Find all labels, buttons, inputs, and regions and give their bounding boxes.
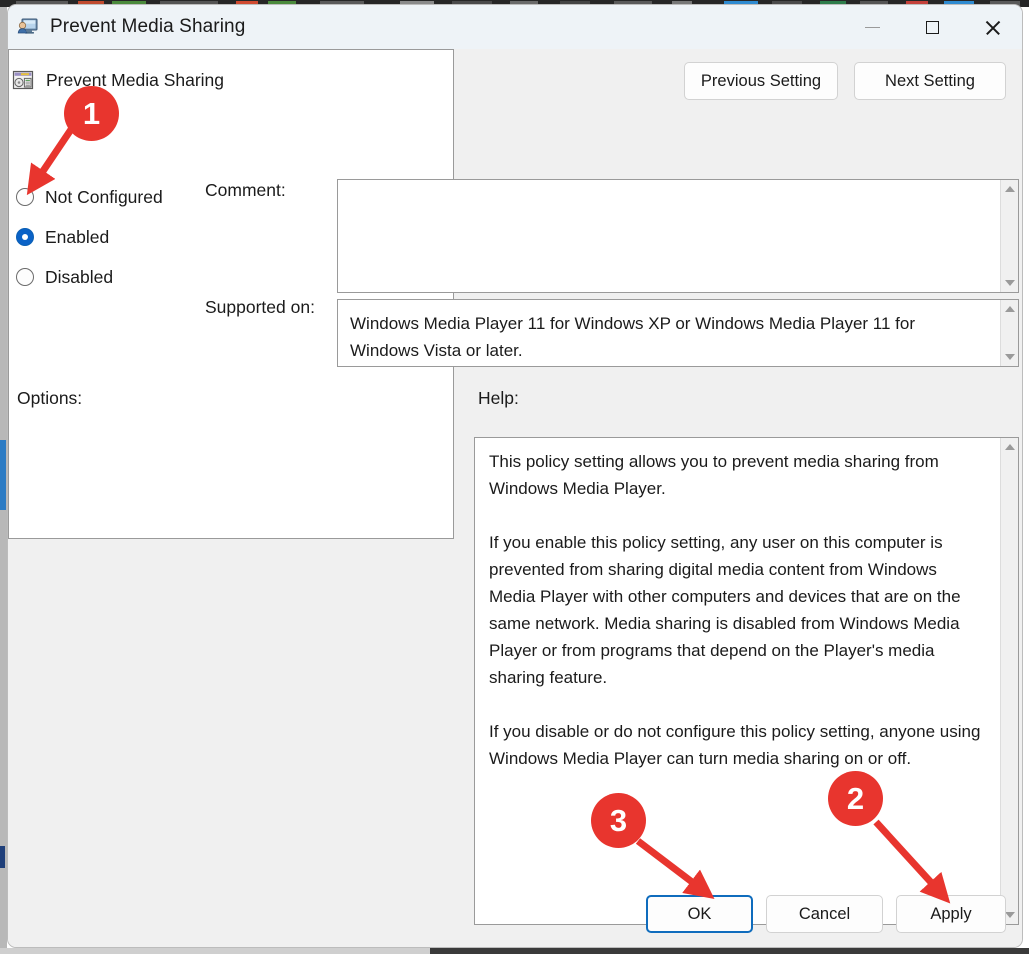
help-label: Help: [478, 388, 519, 408]
help-panel: This policy setting allows you to preven… [474, 437, 1019, 925]
radio-not-configured-mark [16, 188, 34, 206]
scroll-down-icon[interactable] [1004, 280, 1015, 286]
options-label: Options: [17, 388, 83, 408]
scroll-down-icon[interactable] [1004, 912, 1015, 918]
help-paragraph: If you enable this policy setting, any u… [489, 533, 961, 687]
navigation-buttons: Previous Setting Next Setting [684, 62, 1006, 100]
scroll-up-icon[interactable] [1004, 306, 1015, 312]
previous-setting-button[interactable]: Previous Setting [684, 62, 838, 100]
radio-enabled-mark [16, 228, 34, 246]
maximize-button[interactable] [902, 5, 962, 49]
radio-not-configured[interactable]: Not Configured [16, 177, 163, 217]
supported-on-value: Windows Media Player 11 for Windows XP o… [350, 314, 916, 360]
minimize-button[interactable] [842, 5, 902, 49]
title-bar: Prevent Media Sharing [8, 5, 1022, 49]
close-icon [984, 19, 1001, 36]
supported-on-scrollbar[interactable] [1000, 300, 1018, 366]
cancel-button[interactable]: Cancel [766, 895, 883, 933]
dialog-body: Prevent Media Sharing Previous Setting N… [8, 49, 1022, 947]
supported-on-label: Supported on: [205, 297, 315, 317]
help-paragraph: If you disable or do not configure this … [489, 722, 981, 768]
user-monitor-icon [17, 16, 39, 38]
maximize-icon [925, 20, 939, 34]
setting-header: Prevent Media Sharing [11, 68, 224, 92]
comment-textbox[interactable] [337, 179, 1019, 293]
help-text: This policy setting allows you to preven… [475, 438, 1000, 924]
policy-state-radio-group: Not Configured Enabled Disabled [16, 177, 163, 297]
radio-disabled[interactable]: Disabled [16, 257, 163, 297]
apply-button[interactable]: Apply [896, 895, 1006, 933]
radio-enabled[interactable]: Enabled [16, 217, 163, 257]
comment-label: Comment: [205, 180, 286, 200]
media-policy-icon [11, 68, 35, 92]
comment-scrollbar[interactable] [1000, 180, 1018, 292]
scroll-down-icon[interactable] [1004, 354, 1015, 360]
dialog-footer: OK Cancel Apply [646, 895, 1006, 933]
background-window-accent-2 [0, 846, 5, 868]
supported-on-textbox: Windows Media Player 11 for Windows XP o… [337, 299, 1019, 367]
help-scrollbar[interactable] [1000, 438, 1018, 924]
help-paragraph: This policy setting allows you to preven… [489, 452, 939, 498]
radio-not-configured-label: Not Configured [45, 186, 163, 207]
scroll-up-icon[interactable] [1004, 186, 1015, 192]
window-controls [842, 5, 1022, 49]
radio-enabled-label: Enabled [45, 226, 110, 247]
radio-disabled-mark [16, 268, 34, 286]
desktop-background-bottom-strip [430, 948, 1029, 954]
setting-title: Prevent Media Sharing [46, 69, 225, 90]
prevent-media-sharing-dialog: Prevent Media Sharing Prevent Media Shar… [7, 4, 1023, 948]
next-setting-button[interactable]: Next Setting [854, 62, 1006, 100]
minimize-icon [864, 26, 880, 28]
radio-disabled-label: Disabled [45, 266, 114, 287]
ok-button[interactable]: OK [646, 895, 753, 933]
window-title: Prevent Media Sharing [50, 16, 246, 37]
scroll-up-icon[interactable] [1004, 444, 1015, 450]
comment-value[interactable] [338, 180, 1000, 292]
close-button[interactable] [962, 5, 1022, 49]
background-window-accent [0, 440, 6, 510]
